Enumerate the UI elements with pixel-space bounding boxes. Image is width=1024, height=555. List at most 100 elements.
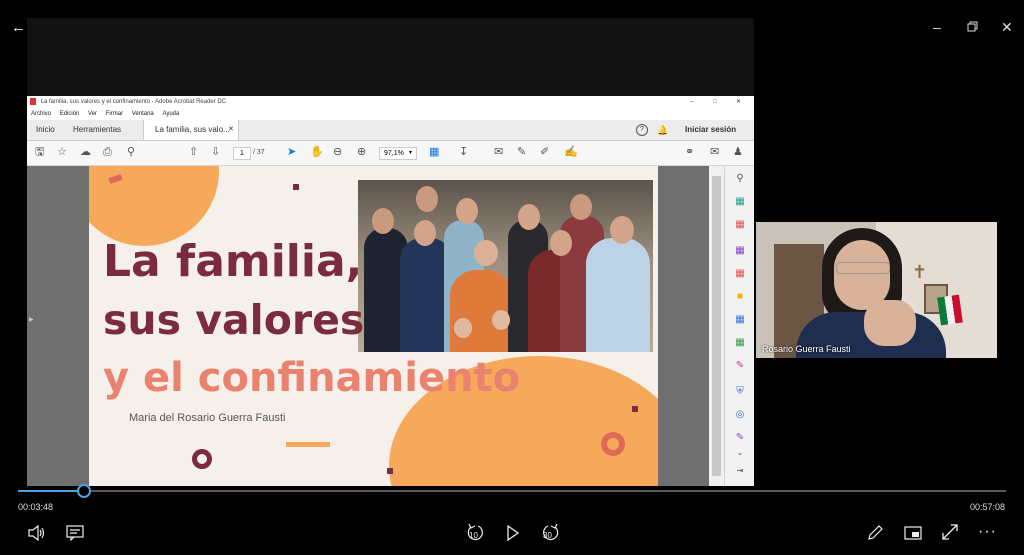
fill-sign-icon[interactable]: ✍ — [564, 146, 578, 158]
face — [414, 220, 436, 246]
bell-icon[interactable]: 🔔 — [657, 120, 668, 140]
fit-page-icon[interactable]: ▦ — [429, 146, 439, 158]
draw-icon[interactable]: ✐ — [540, 146, 549, 158]
progress-track[interactable] — [18, 484, 1006, 498]
progress-thumb[interactable] — [77, 484, 91, 498]
tools-sidebar: ⚲ ▦ ▦ ▦ ▦ ■ ▦ ▦ ✎ ⛨ ◎ ✎ ⌄ ⇥ — [724, 166, 754, 486]
fullscreen-icon[interactable] — [942, 524, 958, 545]
comment-icon[interactable]: ✉ — [494, 146, 503, 158]
share-header — [27, 18, 754, 96]
zoom-out-icon[interactable]: ⊖ — [333, 146, 342, 158]
sign-tool-icon[interactable]: ✎ — [734, 432, 746, 444]
shared-screen: La familia, sus valores y el confinamien… — [27, 96, 754, 486]
search-icon[interactable]: ⚲ — [127, 146, 135, 158]
fill-sign-tool-icon[interactable]: ✎ — [734, 360, 746, 372]
left-panel-arrow-icon[interactable]: ▶ — [29, 316, 34, 323]
acrobat-minimize-icon[interactable]: – — [690, 96, 693, 109]
menu-ventana[interactable]: Ventana — [132, 111, 154, 117]
play-icon[interactable] — [506, 524, 520, 546]
document-area: ▶ La familia, sus valores y el confinami… — [27, 166, 724, 486]
face — [416, 186, 438, 212]
protect-icon[interactable]: ⛨ — [734, 386, 746, 398]
edit-pdf-icon[interactable]: ▦ — [734, 268, 746, 280]
more-tools-chevron-icon[interactable]: ⌄ — [734, 447, 746, 459]
menu-firmar[interactable]: Firmar — [106, 111, 123, 117]
add-user-icon[interactable]: ♟ — [733, 146, 743, 158]
scan-icon[interactable]: ▦ — [734, 337, 746, 349]
back-arrow-icon[interactable]: ← — [11, 20, 26, 35]
zoom-value: 97,1% — [384, 150, 404, 157]
skip-back-icon[interactable]: 10 — [466, 523, 486, 543]
menu-bar: Archivo Edición Ver Firmar Ventana Ayuda — [27, 109, 754, 120]
window-title: La familia, sus valores y el confinamien… — [40, 99, 227, 105]
select-cursor-icon[interactable]: ➤ — [287, 146, 296, 158]
tab-bar: Inicio Herramientas La familia, sus valo… — [27, 120, 754, 141]
comment-tool-icon[interactable]: ■ — [734, 291, 746, 303]
volume-icon[interactable] — [28, 524, 46, 546]
accessibility-icon[interactable]: ◎ — [734, 409, 746, 421]
maroon-square-3 — [387, 468, 393, 474]
star-icon[interactable]: ☆ — [57, 146, 67, 158]
menu-ayuda[interactable]: Ayuda — [162, 111, 179, 117]
upload-cloud-icon[interactable]: ☁ — [80, 146, 91, 158]
webcam-tile: ✝ Rosario Guerra Fausti — [756, 222, 997, 358]
organize-pages-icon[interactable]: ▦ — [734, 245, 746, 257]
face — [610, 216, 634, 244]
sign-in-link[interactable]: Iniciar sesión — [685, 120, 736, 140]
person-glasses — [836, 262, 890, 274]
zoom-in-icon[interactable]: ⊕ — [357, 146, 366, 158]
link-icon[interactable]: ⚭ — [685, 146, 694, 158]
skip-back-label: 10 — [469, 531, 478, 540]
edit-pen-icon[interactable] — [866, 524, 884, 547]
skip-forward-label: 30 — [543, 531, 552, 540]
page-total: / 37 — [253, 149, 265, 156]
scroll-mode-icon[interactable]: ↧ — [459, 146, 468, 158]
maroon-square-2 — [632, 406, 638, 412]
prev-page-icon[interactable]: ⇧ — [189, 146, 198, 158]
print-icon[interactable]: ⎙ — [103, 146, 112, 158]
maroon-ring — [192, 449, 212, 469]
wall-flag — [937, 294, 963, 326]
acrobat-titlebar: La familia, sus valores y el confinamien… — [27, 96, 754, 109]
zoom-tool-icon[interactable]: ⚲ — [734, 173, 746, 185]
hand-icon[interactable]: ✋ — [310, 146, 324, 158]
tab-inicio[interactable]: Inicio — [36, 120, 55, 140]
face — [474, 240, 498, 266]
slide-title-line2: sus valores — [103, 296, 365, 344]
mini-view-icon[interactable] — [904, 526, 922, 545]
zoom-select[interactable]: 97,1% ▾ — [379, 147, 417, 160]
page-input[interactable]: 1 — [233, 147, 251, 160]
photo-frame — [358, 180, 653, 352]
close-icon[interactable]: ✕ — [1001, 20, 1013, 34]
participant-name: Rosario Guerra Fausti — [762, 344, 851, 354]
subtitles-icon[interactable] — [66, 525, 84, 546]
export-pdf-icon[interactable]: ▦ — [734, 196, 746, 208]
tab-herramientas[interactable]: Herramientas — [73, 120, 121, 140]
create-pdf-icon[interactable]: ▦ — [734, 219, 746, 231]
combine-files-icon[interactable]: ▦ — [734, 314, 746, 326]
scroll-thumb[interactable] — [712, 176, 721, 476]
more-options-icon[interactable]: ··· — [978, 524, 997, 540]
menu-edicion[interactable]: Edición — [60, 111, 80, 117]
highlight-pen-icon[interactable]: ✎ — [517, 146, 526, 158]
acrobat-close-icon[interactable]: ✕ — [736, 96, 741, 109]
menu-archivo[interactable]: Archivo — [31, 111, 51, 117]
acrobat-restore-icon[interactable]: □ — [713, 96, 717, 109]
face — [518, 204, 540, 230]
restore-icon[interactable] — [967, 20, 978, 34]
vertical-scrollbar[interactable] — [709, 166, 724, 486]
tab-document[interactable]: La familia, sus valo... ✕ — [143, 120, 239, 140]
collapse-panel-icon[interactable]: ⇥ — [734, 465, 746, 477]
skip-forward-icon[interactable]: 30 — [540, 523, 560, 543]
person-hands — [864, 300, 916, 346]
tab-close-icon[interactable]: ✕ — [228, 120, 234, 140]
help-icon[interactable]: ? — [636, 124, 648, 136]
face — [492, 310, 510, 330]
menu-ver[interactable]: Ver — [88, 111, 97, 117]
toolbar: 🖫 ☆ ☁ ⎙ ⚲ ⇧ ⇩ 1 / 37 ➤ ✋ ⊖ ⊕ 97,1% ▾ ▦ ↧… — [27, 141, 754, 166]
next-page-icon[interactable]: ⇩ — [211, 146, 220, 158]
mail-icon[interactable]: ✉ — [710, 146, 719, 158]
chevron-down-icon: ▾ — [409, 150, 413, 156]
save-icon[interactable]: 🖫 — [35, 146, 44, 158]
minimize-icon[interactable]: – — [933, 20, 941, 34]
